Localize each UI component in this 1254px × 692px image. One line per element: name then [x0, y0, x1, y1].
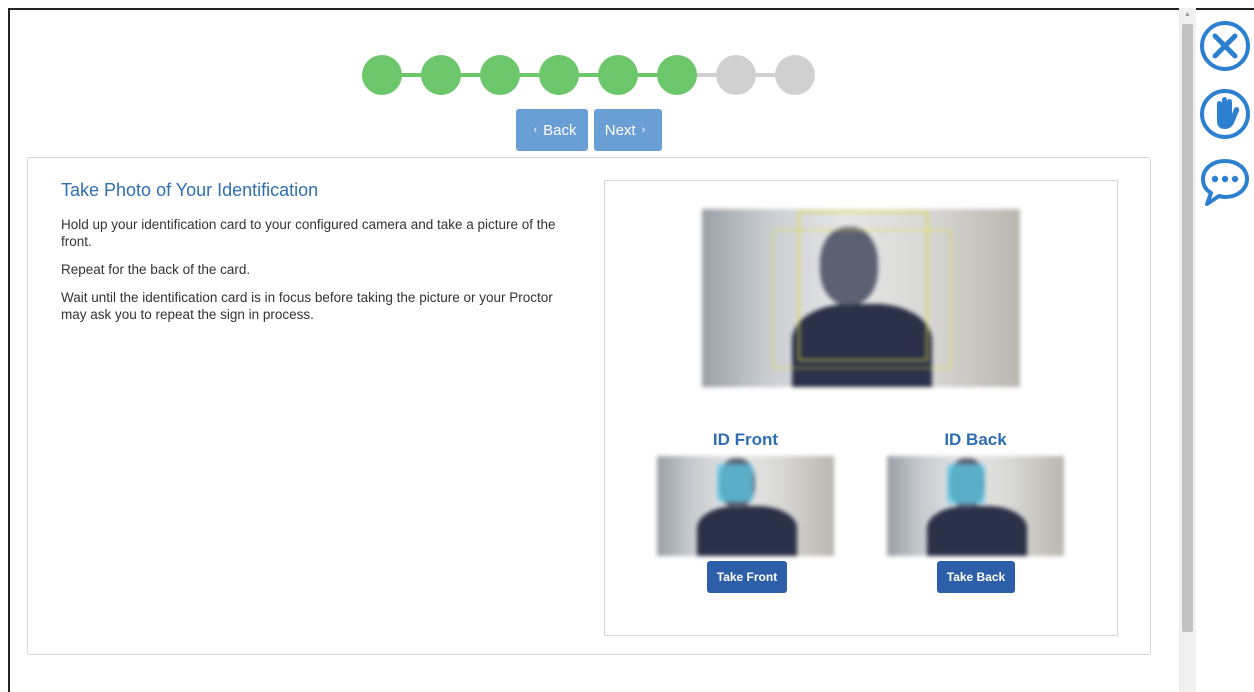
id-back-label: ID Back	[944, 430, 1007, 449]
chevron-right-icon: ›	[641, 124, 646, 136]
step-1	[362, 55, 402, 95]
camera-panel: ID Front ID Back Take Front Take Back	[604, 180, 1118, 636]
id-front-thumbnail	[657, 456, 834, 556]
step-6	[657, 55, 697, 95]
raise-hand-icon	[1200, 89, 1250, 139]
take-front-button[interactable]: Take Front	[707, 561, 787, 593]
scrollbar-thumb[interactable]	[1182, 24, 1193, 632]
next-label: Next	[604, 121, 636, 139]
instruction-1: Hold up your identification card to your…	[61, 217, 556, 249]
progress-steps	[362, 55, 817, 95]
id-front-label: ID Front	[712, 430, 779, 449]
chat-icon	[1201, 159, 1249, 206]
live-camera-feed	[702, 209, 1020, 387]
instruction-3: Wait until the identification card is in…	[61, 290, 553, 322]
chat-button[interactable]	[1199, 156, 1251, 208]
back-button[interactable]: ‹ Back	[516, 109, 588, 151]
chevron-left-icon: ‹	[533, 124, 538, 136]
step-2	[421, 55, 461, 95]
nav-buttons: ‹ Back Next ›	[516, 109, 662, 151]
close-icon	[1200, 21, 1250, 71]
close-button[interactable]	[1199, 20, 1251, 72]
page-title: Take Photo of Your Identification	[61, 180, 319, 200]
main-panel: Take Photo of Your Identification Hold u…	[27, 157, 1151, 655]
step-3	[480, 55, 520, 95]
take-back-button[interactable]: Take Back	[937, 561, 1015, 593]
step-4	[539, 55, 579, 95]
instruction-2: Repeat for the back of the card.	[61, 262, 251, 277]
step-5	[598, 55, 638, 95]
step-7	[716, 55, 756, 95]
step-8	[775, 55, 815, 95]
id-back-thumbnail	[887, 456, 1064, 556]
raise-hand-button[interactable]	[1199, 88, 1251, 140]
scrollbar[interactable]: ▲	[1179, 8, 1196, 692]
scroll-up-arrow-icon[interactable]: ▲	[1179, 8, 1196, 22]
back-label: Back	[543, 121, 577, 139]
next-button[interactable]: Next ›	[594, 109, 662, 151]
